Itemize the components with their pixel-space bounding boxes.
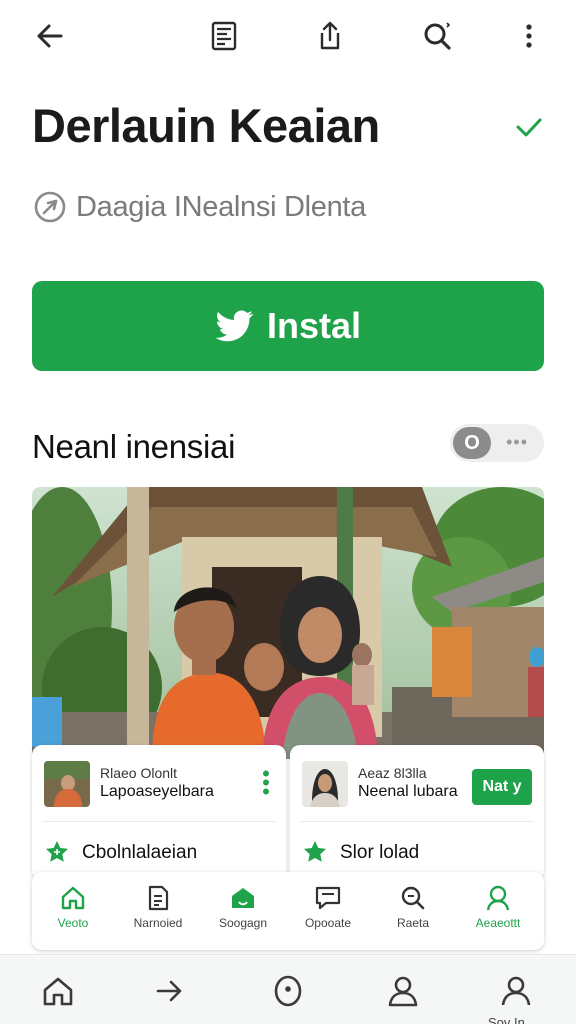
back-arrow-icon[interactable] [28,14,72,58]
developer-name: Daagia INealnsi Dlenta [76,190,367,223]
card-title: Neenal lubara [358,783,458,800]
screenshot-photo[interactable] [32,487,544,759]
document-icon [148,885,169,911]
view-toggle[interactable]: O ••• [450,424,544,462]
forward-arrow-icon[interactable] [150,971,190,1011]
divider [42,821,276,822]
nav-item-opooate[interactable]: Opooate [288,884,368,940]
app-card-1[interactable]: Rlaeo Olonlt Lapoaseyelbara • • • Cbolnlal… [32,745,286,880]
more-vert-icon[interactable]: • • • [260,763,272,803]
top-app-bar [0,0,576,80]
app-title: Derlauin Keaian [32,99,380,152]
star-icon [304,841,326,862]
document-list-icon[interactable] [202,14,246,58]
check-icon[interactable] [512,110,546,144]
next-button[interactable]: Nat y [472,769,532,805]
card-feature: Slor lolad [340,842,420,863]
sign-in-icon[interactable] [496,971,536,1011]
share-icon[interactable] [308,14,352,58]
nav-item-narnoied[interactable]: Narnoied [118,884,198,940]
chat-icon [315,886,341,910]
store-icon [232,888,254,908]
home-icon[interactable] [38,971,78,1011]
nav-label: Raeta [396,916,430,930]
install-button[interactable]: Instal [32,281,544,371]
home-icon [61,886,85,910]
divider [300,821,534,822]
bottom-navigation-bar: Sov In [0,954,576,1024]
nav-label: Narnoied [133,916,183,930]
nav-label: Soogagn [218,916,268,930]
app-card-2[interactable]: Aeaz 8l3lla Neenal lubara Nat y Slor lol… [290,745,544,880]
sign-in-label: Sov In [488,1015,525,1024]
section-title: Neanl inensiai [32,428,236,465]
avatar [302,761,348,807]
toggle-knob: O [453,427,491,459]
install-label: Instal [266,305,362,346]
search-icon [401,886,425,910]
nav-item-veoto[interactable]: Veoto [33,884,113,940]
nav-item-aeaeottt[interactable]: Aeaeottt [458,884,538,940]
nav-label: Veoto [57,916,89,930]
card-subtitle: Aeaz 8l3lla [358,765,427,781]
nav-label: Aeaeottt [475,916,521,930]
category-nav: Veoto Narnoied Soogagn Opooate Raeta Aea… [32,872,544,950]
nav-item-raeta[interactable]: Raeta [373,884,453,940]
bird-icon [215,310,254,342]
nav-item-soogagn[interactable]: Soogagn [203,884,283,940]
search-icon[interactable] [416,14,460,58]
avatar [44,761,90,807]
nav-label: Opooate [304,916,352,930]
account-icon [486,885,510,911]
star-icon [46,841,68,862]
developer-row[interactable]: Daagia INealnsi Dlenta [32,186,366,228]
card-title: Lapoaseyelbara [100,783,214,800]
compass-icon [34,191,66,223]
location-pin-icon[interactable] [268,971,308,1011]
card-subtitle: Rlaeo Olonlt [100,765,178,781]
card-feature: Cbolnlalaeian [82,842,198,863]
more-vert-icon[interactable] [507,14,551,58]
more-horiz-icon: ••• [506,432,528,452]
profile-icon[interactable] [383,971,423,1011]
